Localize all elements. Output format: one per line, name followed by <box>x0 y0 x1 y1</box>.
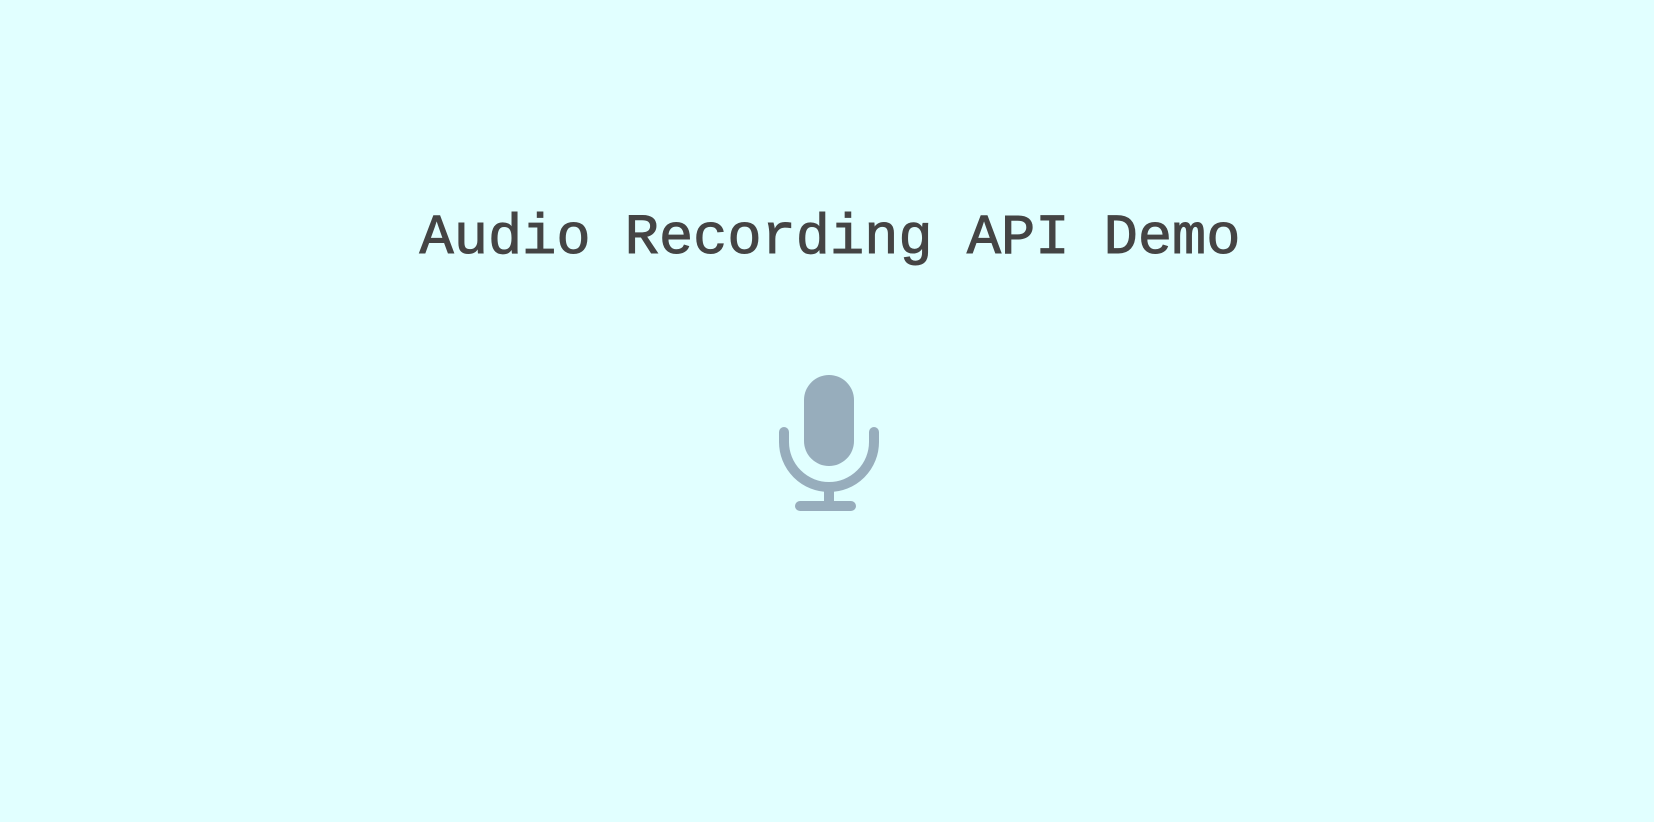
microphone-capsule <box>804 375 854 466</box>
page-title: Audio Recording API Demo <box>419 207 1241 272</box>
microphone-stem <box>824 485 834 502</box>
audio-recording-demo-page: Audio Recording API Demo <box>0 0 1654 822</box>
microphone-icon <box>779 375 879 511</box>
record-audio-button[interactable] <box>779 373 879 511</box>
microphone-base <box>795 501 856 511</box>
